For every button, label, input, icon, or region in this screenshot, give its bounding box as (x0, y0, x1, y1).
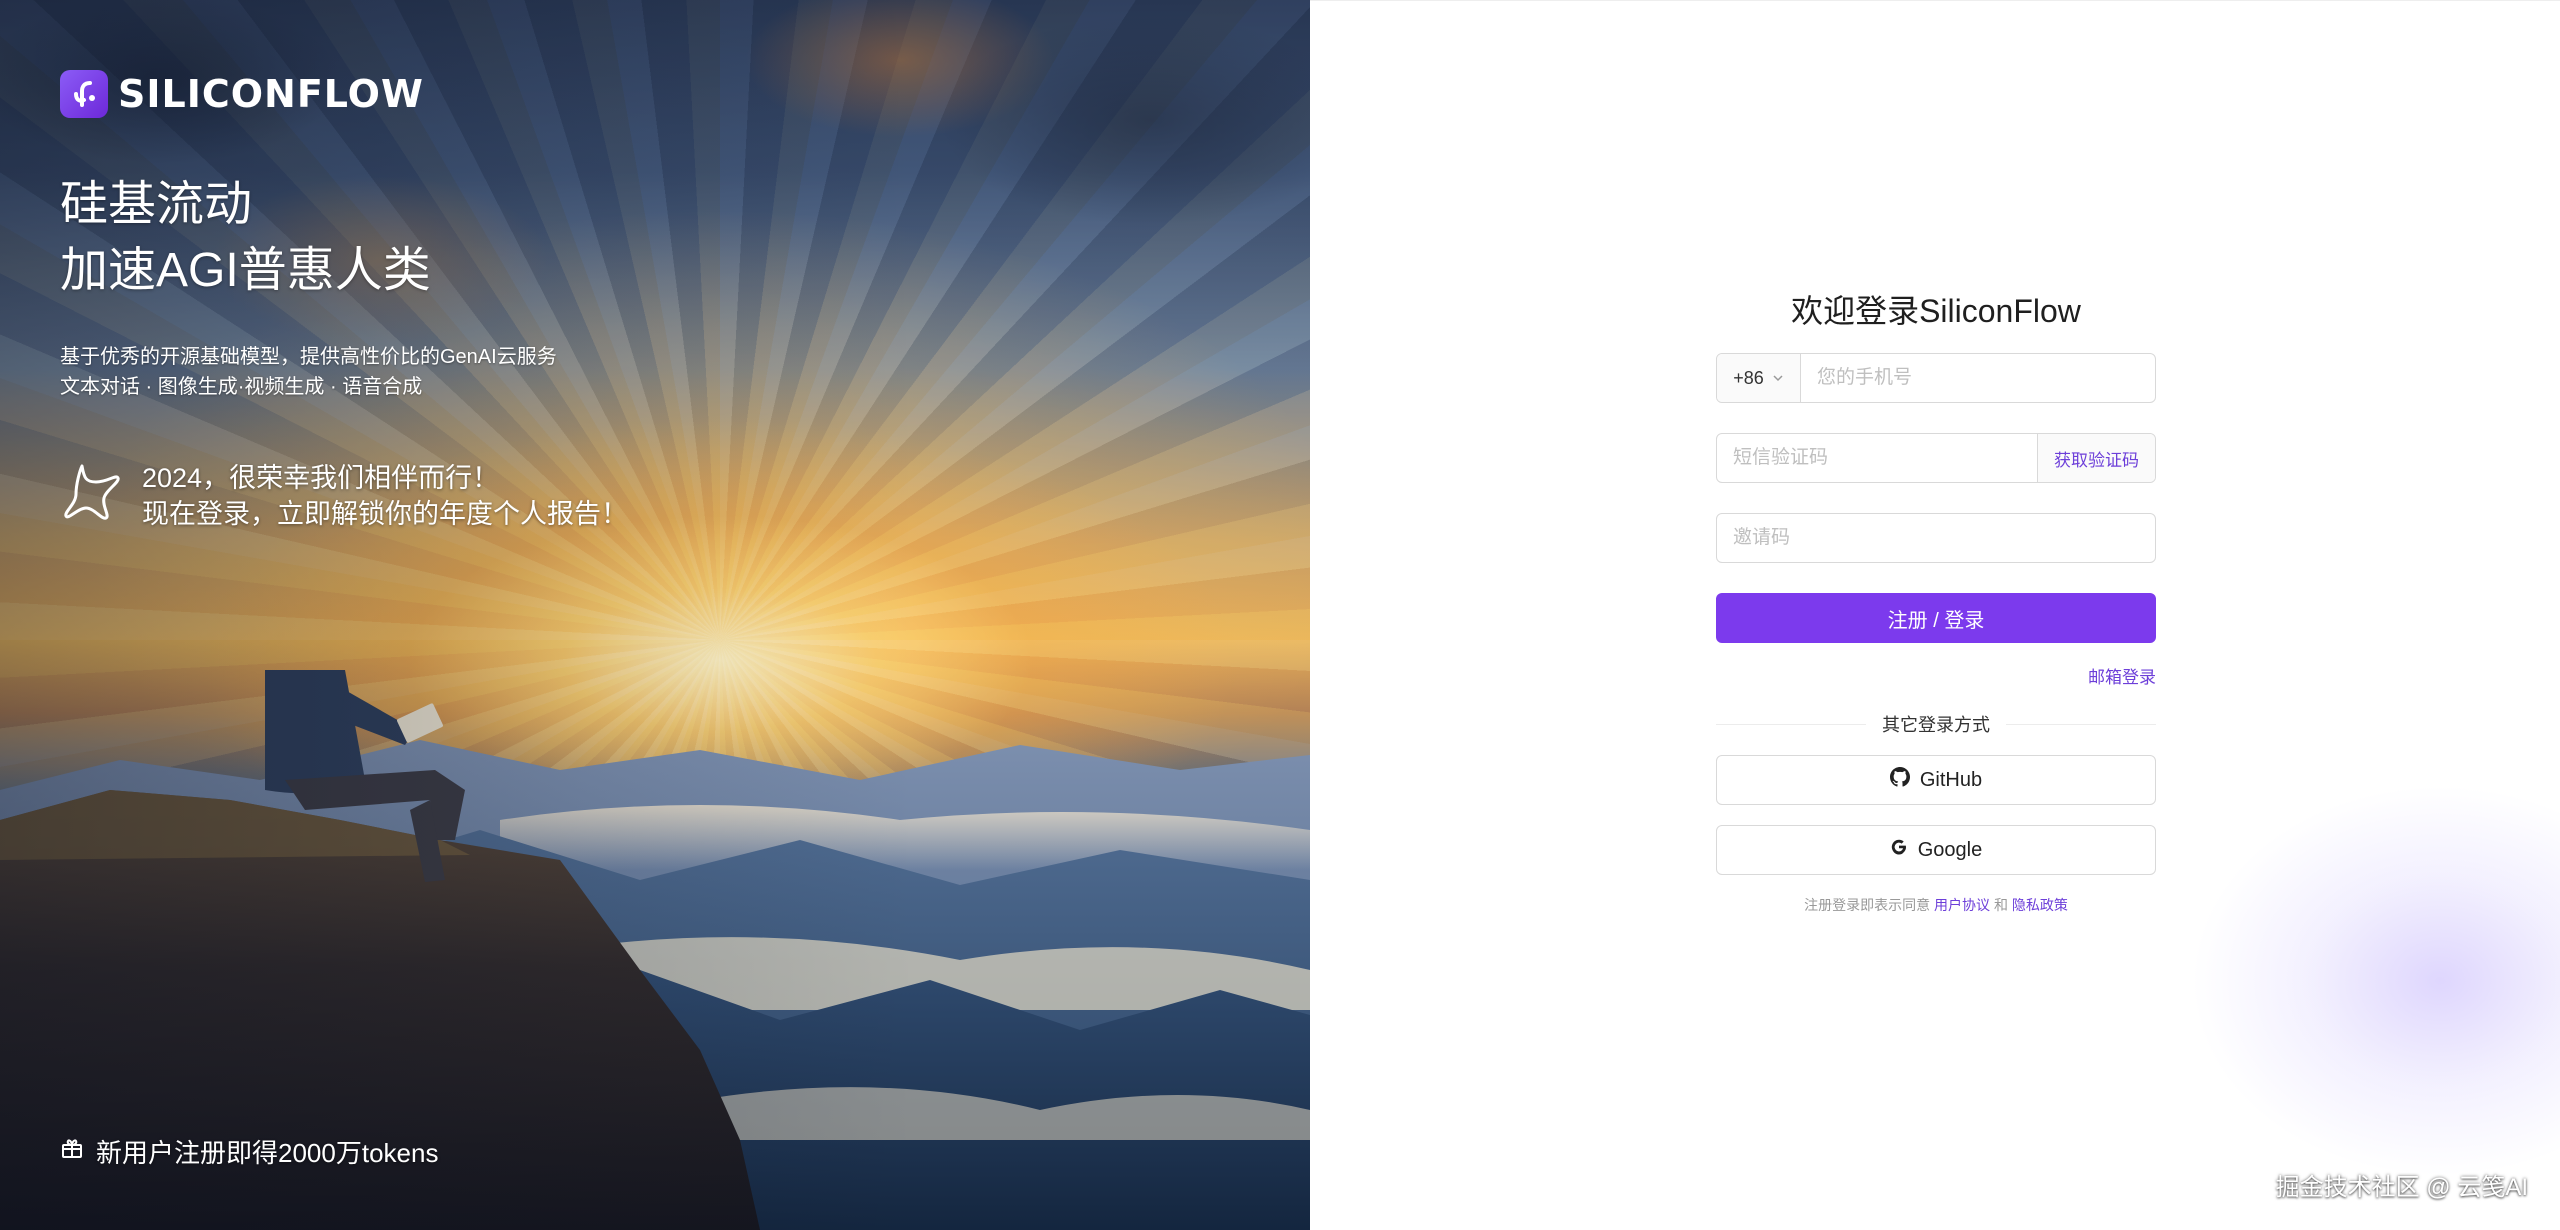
github-label: GitHub (1919, 768, 1983, 791)
login-form: 欢迎登录SiliconFlow +86 获取验证码 注册 / 登录 邮箱登录 其… (1716, 289, 2156, 915)
promo-line1: 2024，很荣幸我们相伴而行！ (142, 463, 500, 493)
terms-and: 和 (1993, 897, 2008, 913)
privacy-policy-link[interactable]: 隐私政策 (2012, 897, 2068, 913)
github-icon (1889, 767, 1910, 793)
hero-title-line2: 加速AGI普惠人类 (60, 244, 431, 297)
google-label: Google (1917, 838, 1983, 861)
login-title: 欢迎登录SiliconFlow (1791, 293, 2081, 329)
email-login-link[interactable]: 邮箱登录 (1716, 663, 2156, 687)
divider-line-left (1716, 723, 1866, 725)
new-user-bonus-text: 新用户注册即得2000万tokens (96, 1138, 439, 1168)
promo-line2: 现在登录，立即解锁你的年度个人报告！ (142, 499, 628, 529)
other-login-label: 其它登录方式 (1882, 715, 1990, 735)
google-login-button[interactable]: Google (1716, 825, 2156, 875)
invite-code-input[interactable] (1717, 514, 2155, 562)
watermark: 掘金技术社区 @ 云笺AI (2275, 1174, 2528, 1201)
terms-notice: 注册登录即表示同意 用户协议 和 隐私政策 (1716, 895, 2156, 915)
hero-subtitle-line1: 基于优秀的开源基础模型，提供高性价比的GenAI云服务 (60, 346, 557, 368)
brand-name: SILICONFLOW (118, 72, 424, 116)
country-code-select[interactable]: +86 (1717, 354, 1801, 402)
login-panel: 欢迎登录SiliconFlow +86 获取验证码 注册 / 登录 邮箱登录 其… (1310, 0, 2560, 1230)
annual-report-promo: 2024，很荣幸我们相伴而行！ 现在登录，立即解锁你的年度个人报告！ (60, 460, 628, 532)
gift-icon (60, 1136, 84, 1167)
other-login-divider: 其它登录方式 (1716, 711, 2156, 737)
sms-code-field: 获取验证码 (1716, 433, 2156, 483)
sms-code-input[interactable] (1717, 434, 2037, 482)
new-user-bonus: 新用户注册即得2000万tokens (60, 1133, 438, 1170)
divider-line-right (2006, 723, 2156, 725)
get-code-button[interactable]: 获取验证码 (2037, 434, 2155, 482)
invite-code-field (1716, 513, 2156, 563)
terms-prefix: 注册登录即表示同意 (1804, 897, 1931, 913)
sparkle-star-icon (60, 460, 124, 529)
brand[interactable]: SILICONFLOW (60, 70, 424, 118)
hero-subtitle: 基于优秀的开源基础模型，提供高性价比的GenAI云服务 文本对话 · 图像生成·… (60, 342, 557, 402)
hero-panel: SILICONFLOW 硅基流动 加速AGI普惠人类 基于优秀的开源基础模型，提… (0, 0, 1310, 1230)
register-login-button[interactable]: 注册 / 登录 (1716, 593, 2156, 643)
hero-subtitle-line2: 文本对话 · 图像生成·视频生成 · 语音合成 (60, 376, 423, 398)
siliconflow-logo-icon (60, 70, 108, 118)
chevron-down-icon (1772, 368, 1784, 389)
user-agreement-link[interactable]: 用户协议 (1934, 897, 1990, 913)
phone-input[interactable] (1801, 354, 2155, 402)
phone-field: +86 (1716, 353, 2156, 403)
hero-title: 硅基流动 加速AGI普惠人类 (60, 172, 431, 304)
github-login-button[interactable]: GitHub (1716, 755, 2156, 805)
country-code-value: +86 (1733, 367, 1764, 388)
hero-title-line1: 硅基流动 (60, 178, 253, 231)
google-icon (1890, 838, 1908, 862)
